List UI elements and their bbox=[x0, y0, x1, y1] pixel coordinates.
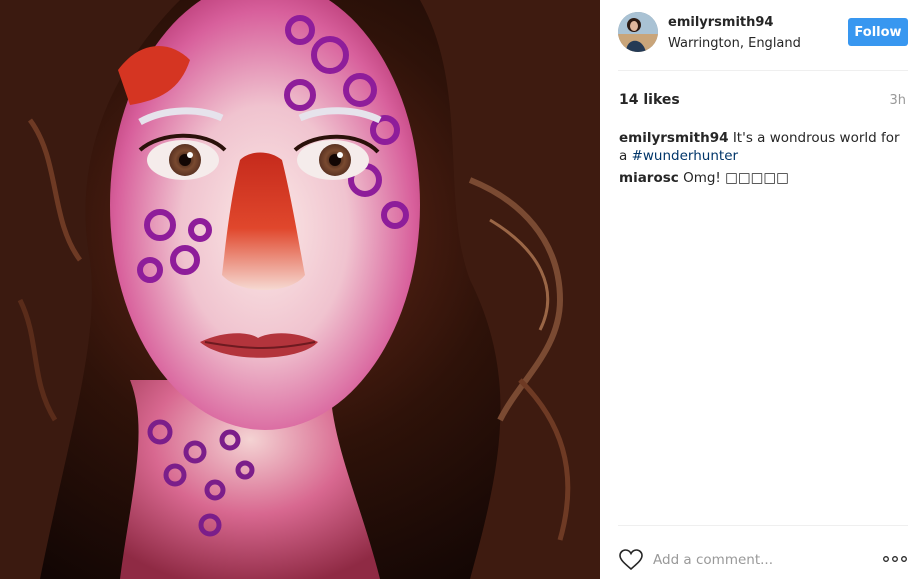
post-side-panel: emilyrsmith94 Warrington, England Follow… bbox=[600, 0, 923, 579]
follow-button[interactable]: Follow bbox=[848, 18, 908, 46]
more-options-icon[interactable] bbox=[882, 549, 908, 569]
likes-count[interactable]: 14 likes bbox=[619, 92, 680, 108]
comment-text: Omg! □□□□□ bbox=[683, 170, 789, 186]
post-photo[interactable] bbox=[0, 0, 600, 579]
footer-divider bbox=[618, 525, 908, 526]
post-username[interactable]: emilyrsmith94 bbox=[668, 15, 773, 30]
caption-username[interactable]: emilyrsmith94 bbox=[619, 130, 729, 146]
profile-picture bbox=[618, 12, 658, 52]
comment-list: emilyrsmith94 It's a wondrous world for … bbox=[619, 129, 909, 191]
add-comment-input[interactable] bbox=[653, 548, 863, 572]
heart-outline-icon[interactable] bbox=[618, 547, 644, 573]
comment-bar bbox=[618, 543, 908, 575]
instagram-post: emilyrsmith94 Warrington, England Follow… bbox=[0, 0, 923, 579]
caption: emilyrsmith94 It's a wondrous world for … bbox=[619, 129, 909, 165]
avatar[interactable] bbox=[618, 12, 658, 52]
face-paint-photo bbox=[0, 0, 600, 579]
header-divider bbox=[618, 70, 908, 71]
post-timestamp[interactable]: 3h bbox=[889, 93, 906, 108]
comment-username[interactable]: miarosc bbox=[619, 170, 679, 186]
hashtag-link[interactable]: #wunderhunter bbox=[632, 148, 738, 164]
post-header: emilyrsmith94 Warrington, England Follow bbox=[618, 12, 908, 54]
list-item: miarosc Omg! □□□□□ bbox=[619, 169, 909, 187]
post-location[interactable]: Warrington, England bbox=[668, 36, 801, 51]
